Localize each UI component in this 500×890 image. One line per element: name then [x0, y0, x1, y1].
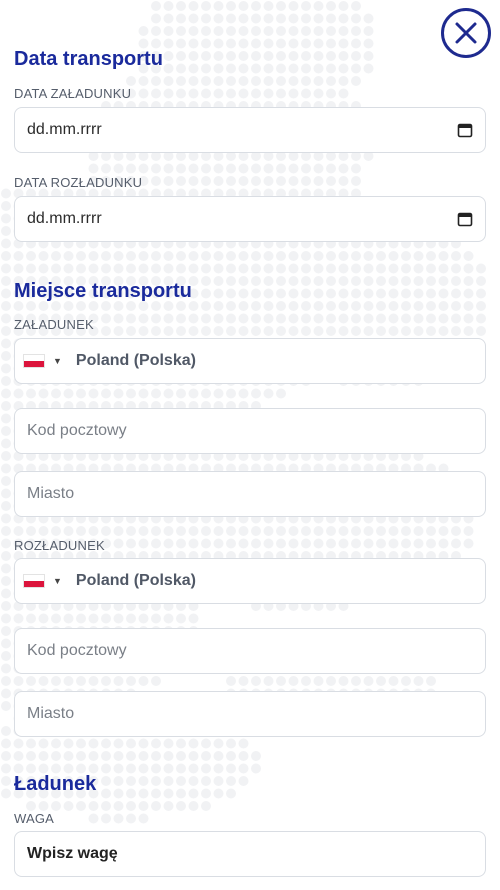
- calendar-icon[interactable]: [457, 122, 473, 138]
- weight-input[interactable]: Wpisz wagę: [14, 831, 486, 877]
- loading-city-placeholder: Miasto: [27, 485, 75, 502]
- weight-placeholder: Wpisz wagę: [27, 845, 118, 862]
- poland-flag-icon: [23, 574, 45, 588]
- loading-postal-code-input[interactable]: Kod pocztowy: [14, 408, 486, 454]
- section-title-transport-place: Miejsce transportu: [14, 280, 192, 302]
- weight-label: WAGA: [14, 811, 55, 826]
- loading-country-select[interactable]: ▼ Poland (Polska): [14, 338, 486, 384]
- unloading-country-name: Poland (Polska): [75, 572, 196, 589]
- unloading-country-select[interactable]: ▼ Poland (Polska): [14, 558, 486, 604]
- unloading-date-label: DATA ROZŁADUNKU: [14, 175, 143, 190]
- poland-flag-icon: [23, 354, 45, 368]
- unloading-postal-code-placeholder: Kod pocztowy: [27, 642, 127, 659]
- chevron-down-icon: ▼: [53, 356, 62, 366]
- unloading-postal-code-input[interactable]: Kod pocztowy: [14, 628, 486, 674]
- unloading-date-input[interactable]: dd.mm.rrrr: [14, 196, 486, 242]
- chevron-down-icon: ▼: [53, 576, 62, 586]
- loading-postal-code-placeholder: Kod pocztowy: [27, 422, 127, 439]
- loading-date-input[interactable]: dd.mm.rrrr: [14, 107, 486, 153]
- loading-date-value: dd.mm.rrrr: [27, 121, 102, 138]
- unloading-city-placeholder: Miasto: [27, 705, 75, 722]
- close-button[interactable]: [441, 8, 491, 58]
- calendar-icon[interactable]: [457, 211, 473, 227]
- unloading-city-input[interactable]: Miasto: [14, 691, 486, 737]
- loading-country-name: Poland (Polska): [75, 352, 196, 369]
- close-icon: [455, 22, 477, 44]
- loading-city-input[interactable]: Miasto: [14, 471, 486, 517]
- unloading-place-label: ROZŁADUNEK: [14, 538, 105, 553]
- loading-place-label: ZAŁADUNEK: [14, 317, 94, 332]
- loading-date-label: DATA ZAŁADUNKU: [14, 86, 132, 101]
- section-title-transport-date: Data transportu: [14, 48, 163, 70]
- section-title-cargo: Ładunek: [14, 773, 97, 795]
- unloading-date-value: dd.mm.rrrr: [27, 210, 102, 227]
